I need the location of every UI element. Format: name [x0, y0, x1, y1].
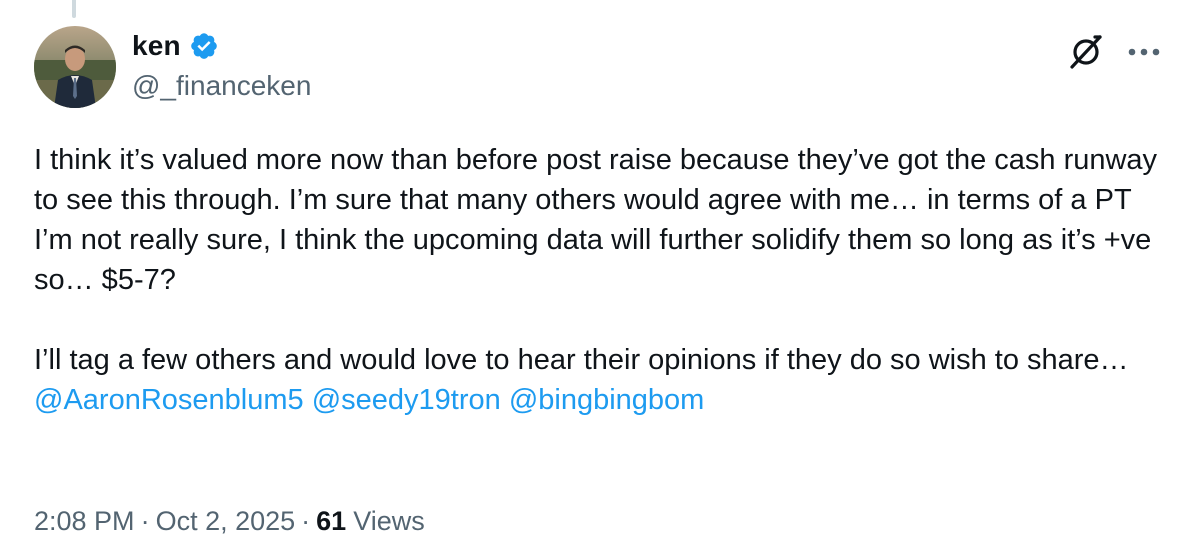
name-row: ken: [132, 26, 311, 66]
views-count[interactable]: 61: [316, 506, 346, 537]
mention-link[interactable]: @AaronRosenblum5: [34, 384, 304, 416]
tweet-text: I think it’s valued more now than before…: [34, 140, 1174, 420]
grok-icon[interactable]: [1064, 30, 1108, 74]
thread-connector-line: [72, 0, 76, 18]
tweet-date[interactable]: Oct 2, 2025: [156, 506, 296, 537]
author-handle[interactable]: @_financeken: [132, 70, 311, 102]
mention-link[interactable]: @seedy19tron: [312, 384, 501, 416]
avatar-photo: [34, 26, 116, 108]
avatar[interactable]: [34, 26, 116, 108]
verified-badge-icon[interactable]: [189, 31, 219, 61]
tweet-paragraph-2: I’ll tag a few others and would love to …: [34, 344, 1137, 376]
meta-separator: ·: [140, 506, 150, 536]
views-label[interactable]: Views: [353, 506, 425, 537]
tweet-time[interactable]: 2:08 PM: [34, 506, 135, 537]
tweet-meta: 2:08 PM · Oct 2, 2025 · 61 Views: [34, 506, 425, 537]
author-header: ken @_financeken: [132, 26, 311, 102]
author-display-name[interactable]: ken: [132, 30, 181, 62]
tweet-paragraph-1: I think it’s valued more now than before…: [34, 144, 1166, 296]
mention-link[interactable]: @bingbingbom: [509, 384, 705, 416]
meta-separator: ·: [301, 506, 311, 536]
more-options-icon[interactable]: [1122, 32, 1166, 72]
